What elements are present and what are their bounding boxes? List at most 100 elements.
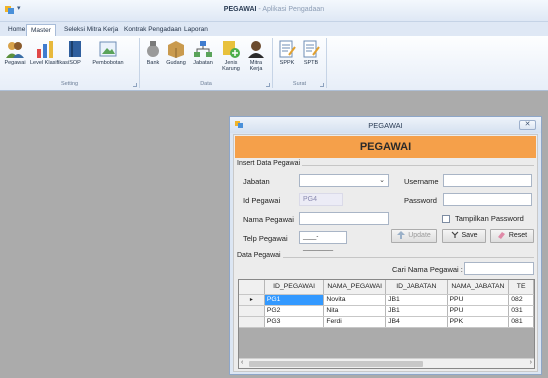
sppk-button[interactable]: SPPK <box>276 39 298 66</box>
reset-button[interactable]: Reset <box>490 229 534 243</box>
table-cell[interactable]: 081 <box>508 316 534 328</box>
column-header[interactable]: NAMA_JABATAN <box>447 280 510 295</box>
pegawai-data-grid[interactable]: ID_PEGAWAI NAMA_PEGAWAI ID_JABATAN NAMA_… <box>238 279 535 369</box>
sptb-button[interactable]: SPTB <box>300 39 322 66</box>
pegawai-window: PEGAWAI ✕ PEGAWAI Insert Data Pegawai Ja… <box>229 116 542 375</box>
group-label-data: Data <box>200 81 212 87</box>
book-icon <box>69 41 81 57</box>
tab-kontrak-pengadaan[interactable]: Kontrak Pengadaan <box>120 24 185 36</box>
row-selector-icon[interactable]: ▸ <box>239 294 265 306</box>
table-cell[interactable]: 031 <box>508 305 534 317</box>
column-header[interactable]: NAMA_PEGAWAI <box>323 280 387 295</box>
table-cell[interactable]: PG2 <box>264 305 325 317</box>
table-cell[interactable]: 082 <box>508 294 534 306</box>
update-button[interactable]: Update <box>391 229 437 243</box>
tab-seleksi-mitra-kerja[interactable]: Seleksi Mitra Kerja <box>60 24 122 36</box>
warehouse-box-icon <box>168 41 184 58</box>
row-selector-icon[interactable] <box>239 316 265 328</box>
table-row[interactable]: ▸ PG1 Novita JB1 PPU 082 <box>239 294 534 306</box>
row-selector-icon[interactable] <box>239 305 265 317</box>
table-cell[interactable]: Ferdi <box>323 316 387 328</box>
jabatan-label: Jabatan <box>243 177 270 186</box>
table-cell[interactable]: PG1 <box>264 294 325 306</box>
pegawai-button[interactable]: Pegawai <box>2 39 28 66</box>
table-cell[interactable]: PPU <box>447 305 510 317</box>
gudang-button[interactable]: Gudang <box>164 39 188 66</box>
horizontal-scrollbar[interactable]: ‹ › <box>239 358 534 368</box>
ribbon: Pegawai Level Klasifikasi SOP Pembobotan… <box>0 36 548 91</box>
tab-laporan[interactable]: Laporan <box>180 24 212 36</box>
table-cell[interactable]: PPU <box>447 294 510 306</box>
pegawai-window-titlebar[interactable]: PEGAWAI ✕ <box>230 117 541 133</box>
update-icon <box>397 231 406 240</box>
jabatan-button[interactable]: Jabatan <box>190 39 216 66</box>
table-cell[interactable]: JB4 <box>385 316 448 328</box>
table-cell[interactable]: Nita <box>323 305 387 317</box>
table-cell[interactable]: Novita <box>323 294 387 306</box>
dialog-launcher-icon[interactable] <box>133 83 137 87</box>
window-title: PEGAWAI - Aplikasi Pengadaan <box>223 6 325 13</box>
table-row[interactable]: PG2 Nita JB1 PPU 031 <box>239 305 534 317</box>
form-header-title: PEGAWAI <box>359 141 412 153</box>
save-button[interactable]: Save <box>442 229 486 243</box>
nama-pegawai-label: Nama Pegawai <box>243 215 294 224</box>
column-header[interactable]: ID_JABATAN <box>385 280 448 295</box>
add-item-icon <box>223 41 240 58</box>
username-field[interactable] <box>443 174 532 187</box>
scroll-left-icon[interactable]: ‹ <box>241 359 243 366</box>
table-cell[interactable]: PPK <box>447 316 510 328</box>
tab-master[interactable]: Master <box>26 24 56 36</box>
ribbon-group-setting: Pegawai Level Klasifikasi SOP Pembobotan… <box>0 38 140 88</box>
bank-button[interactable]: Bank <box>143 39 163 66</box>
nama-pegawai-field[interactable] <box>299 212 389 225</box>
telp-pegawai-field[interactable]: ____-_________ <box>299 231 347 251</box>
id-pegawai-label: Id Pegawai <box>243 196 281 205</box>
table-cell[interactable]: JB1 <box>385 305 448 317</box>
eraser-icon <box>497 232 505 240</box>
dialog-launcher-icon[interactable] <box>320 83 324 87</box>
show-password-checkbox[interactable] <box>442 215 450 223</box>
ribbon-group-surat: SPPK SPTB Surat <box>273 38 327 88</box>
image-icon <box>99 41 117 57</box>
document-edit-icon <box>303 40 320 58</box>
id-pegawai-field: PG4 <box>299 193 343 206</box>
password-label: Password <box>404 196 437 205</box>
save-icon <box>451 231 458 239</box>
dialog-launcher-icon[interactable] <box>266 83 270 87</box>
scrollbar-thumb[interactable] <box>249 361 423 367</box>
data-section-label: Data Pegawai <box>237 252 283 259</box>
pegawai-icon <box>6 42 24 58</box>
column-header[interactable]: ID_PEGAWAI <box>264 280 325 295</box>
bar-chart-icon <box>37 41 53 58</box>
password-field[interactable] <box>443 193 532 206</box>
level-klasifikasi-button[interactable]: Level Klasifikasi <box>30 39 69 66</box>
search-label: Cari Nama Pegawai : <box>392 265 463 274</box>
user-icon <box>248 41 264 58</box>
money-bag-icon <box>147 41 159 57</box>
ribbon-tabs: Home Master Seleksi Mitra Kerja Kontrak … <box>0 22 548 36</box>
pegawai-form: PEGAWAI Insert Data Pegawai Jabatan ⌄ Id… <box>233 134 538 372</box>
row-header-corner <box>239 280 265 295</box>
mitra-kerja-button[interactable]: Mitra Kerja <box>245 39 267 72</box>
table-row[interactable]: PG3 Ferdi JB4 PPK 081 <box>239 316 534 328</box>
column-header[interactable]: TE <box>508 280 534 295</box>
search-nama-pegawai-input[interactable] <box>464 262 534 275</box>
chevron-down-icon: ⌄ <box>379 177 385 184</box>
telp-pegawai-label: Telp Pegawai <box>243 234 288 243</box>
group-label-setting: Setting <box>60 81 79 87</box>
document-edit-icon <box>279 40 296 58</box>
username-label: Username <box>404 177 439 186</box>
scroll-right-icon[interactable]: › <box>530 359 532 366</box>
group-label-surat: Surat <box>292 81 307 87</box>
table-cell[interactable]: PG3 <box>264 316 325 328</box>
jabatan-select[interactable]: ⌄ <box>299 174 389 187</box>
jenis-karung-button[interactable]: Jenis Karung <box>219 39 243 72</box>
table-cell[interactable]: JB1 <box>385 294 448 306</box>
sop-button[interactable]: SOP <box>64 39 86 66</box>
ribbon-group-data: Bank Gudang Jabatan Jenis Karung Mitra K… <box>140 38 273 88</box>
pembobotan-button[interactable]: Pembobotan <box>88 39 128 66</box>
window-title-text: PEGAWAI <box>368 121 403 130</box>
insert-section-label: Insert Data Pegawai <box>237 160 303 167</box>
grid-header-row: ID_PEGAWAI NAMA_PEGAWAI ID_JABATAN NAMA_… <box>239 280 534 295</box>
close-button[interactable]: ✕ <box>519 120 536 130</box>
